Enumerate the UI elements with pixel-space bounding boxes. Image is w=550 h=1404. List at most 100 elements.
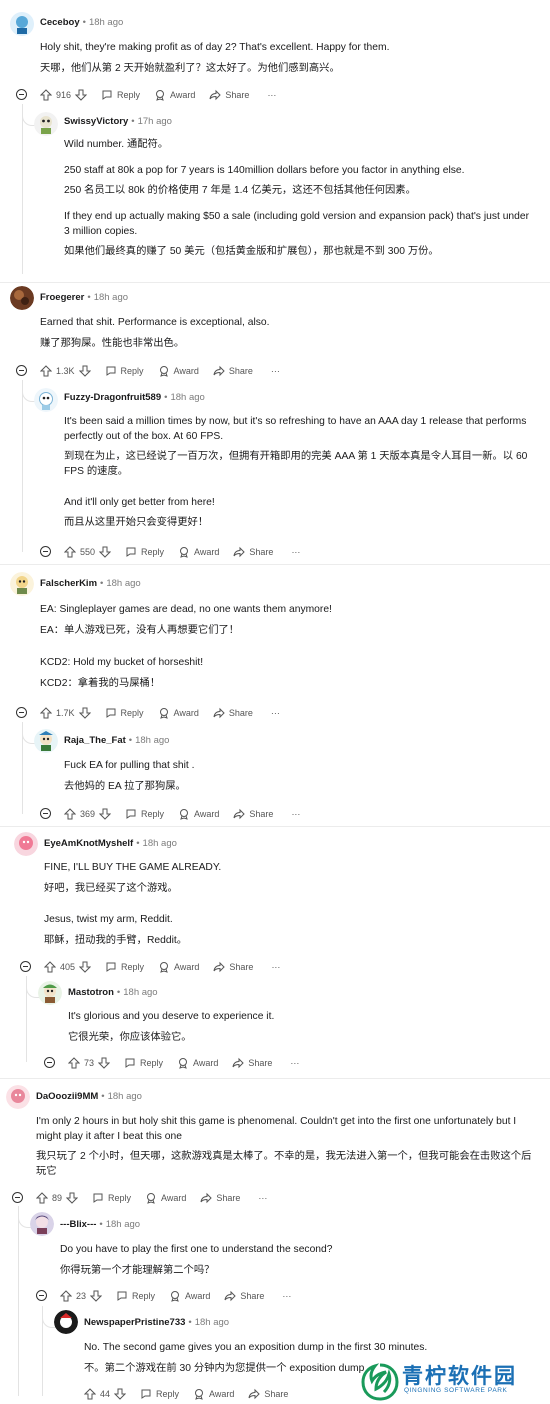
upvote-icon[interactable] bbox=[44, 961, 56, 973]
more-options-button[interactable]: ··· bbox=[271, 366, 280, 376]
username[interactable]: DaOoozii9MM bbox=[36, 1091, 98, 1102]
avatar[interactable] bbox=[30, 1212, 54, 1236]
upvote-icon[interactable] bbox=[60, 1290, 72, 1302]
share-button[interactable]: Share bbox=[213, 961, 253, 973]
avatar[interactable] bbox=[54, 1310, 78, 1334]
reply-button[interactable]: Reply bbox=[140, 1388, 179, 1400]
reply-button[interactable]: Reply bbox=[125, 808, 164, 820]
upvote-icon[interactable] bbox=[36, 1192, 48, 1204]
award-button[interactable]: Award bbox=[154, 89, 195, 101]
comment-line: 耶稣，扭动我的手臂，Reddit。 bbox=[44, 935, 188, 946]
award-button[interactable]: Award bbox=[158, 707, 199, 719]
downvote-icon[interactable] bbox=[114, 1388, 127, 1400]
more-options-button[interactable]: ··· bbox=[290, 1058, 299, 1068]
username[interactable]: SwissyVictory bbox=[64, 116, 128, 127]
reply-button[interactable]: Reply bbox=[116, 1290, 155, 1302]
share-button[interactable]: Share bbox=[233, 546, 273, 558]
comment-line: FINE, I'LL BUY THE GAME ALREADY. bbox=[44, 862, 222, 873]
meta-dot: • bbox=[131, 116, 135, 127]
reply-button[interactable]: Reply bbox=[92, 1192, 131, 1204]
reply-button[interactable]: Reply bbox=[105, 365, 144, 377]
collapse-button[interactable] bbox=[44, 1057, 55, 1068]
more-options-button[interactable]: ··· bbox=[258, 1193, 267, 1203]
reply-button[interactable]: Reply bbox=[105, 961, 144, 973]
award-button[interactable]: Award bbox=[169, 1290, 210, 1302]
award-label: Award bbox=[194, 809, 220, 819]
collapse-button[interactable] bbox=[16, 707, 27, 718]
username[interactable]: FalscherKim bbox=[40, 578, 97, 589]
upvote-icon[interactable] bbox=[68, 1057, 80, 1069]
username[interactable]: Raja_The_Fat bbox=[64, 735, 126, 746]
username[interactable]: Ceceboy bbox=[40, 17, 80, 28]
award-button[interactable]: Award bbox=[193, 1388, 234, 1400]
downvote-icon[interactable] bbox=[66, 1192, 79, 1204]
more-options-button[interactable]: ··· bbox=[282, 1291, 291, 1301]
upvote-icon[interactable] bbox=[84, 1388, 96, 1400]
award-button[interactable]: Award bbox=[178, 546, 219, 558]
share-button[interactable]: Share bbox=[248, 1388, 288, 1400]
downvote-icon[interactable] bbox=[78, 365, 91, 377]
comment-line: Jesus, twist my arm, Reddit. bbox=[44, 914, 173, 925]
share-button[interactable]: Share bbox=[209, 89, 249, 101]
reply-button[interactable]: Reply bbox=[125, 546, 164, 558]
avatar[interactable] bbox=[10, 286, 34, 310]
award-button[interactable]: Award bbox=[178, 808, 219, 820]
share-icon bbox=[213, 961, 226, 973]
downvote-icon[interactable] bbox=[78, 707, 91, 719]
upvote-icon[interactable] bbox=[64, 808, 76, 820]
reply-button[interactable]: Reply bbox=[105, 707, 144, 719]
award-button[interactable]: Award bbox=[158, 365, 199, 377]
share-button[interactable]: Share bbox=[213, 707, 253, 719]
avatar[interactable] bbox=[10, 12, 34, 36]
username[interactable]: Fuzzy-Dragonfruit589 bbox=[64, 392, 161, 403]
share-button[interactable]: Share bbox=[232, 1057, 272, 1069]
username[interactable]: NewspaperPristine733 bbox=[84, 1317, 185, 1328]
avatar[interactable] bbox=[34, 388, 58, 412]
username[interactable]: EyeAmKnotMyshelf bbox=[44, 838, 133, 849]
downvote-icon[interactable] bbox=[99, 808, 112, 820]
vote-group: 550 bbox=[64, 546, 112, 558]
award-button[interactable]: Award bbox=[177, 1057, 218, 1069]
comment-line: 它很光荣，你应该体验它。 bbox=[68, 1032, 192, 1043]
collapse-button[interactable] bbox=[40, 546, 51, 557]
avatar[interactable] bbox=[38, 981, 62, 1005]
reply-label: Reply bbox=[140, 1058, 164, 1068]
downvote-icon[interactable] bbox=[99, 546, 112, 558]
share-button[interactable]: Share bbox=[224, 1290, 264, 1302]
avatar[interactable] bbox=[6, 1085, 30, 1109]
share-button[interactable]: Share bbox=[213, 365, 253, 377]
collapse-button[interactable] bbox=[16, 365, 27, 376]
avatar[interactable] bbox=[34, 729, 58, 753]
downvote-icon[interactable] bbox=[75, 89, 88, 101]
collapse-button[interactable] bbox=[12, 1192, 23, 1203]
share-button[interactable]: Share bbox=[200, 1192, 240, 1204]
downvote-icon[interactable] bbox=[90, 1290, 103, 1302]
share-button[interactable]: Share bbox=[233, 808, 273, 820]
avatar[interactable] bbox=[34, 112, 58, 136]
downvote-icon[interactable] bbox=[79, 961, 92, 973]
collapse-button[interactable] bbox=[36, 1290, 47, 1301]
avatar[interactable] bbox=[10, 572, 34, 596]
award-button[interactable]: Award bbox=[158, 961, 199, 973]
downvote-icon[interactable] bbox=[98, 1057, 111, 1069]
collapse-button[interactable] bbox=[16, 89, 27, 100]
upvote-icon[interactable] bbox=[40, 365, 52, 377]
upvote-icon[interactable] bbox=[64, 546, 76, 558]
upvote-icon[interactable] bbox=[40, 89, 52, 101]
award-button[interactable]: Award bbox=[145, 1192, 186, 1204]
collapse-button[interactable] bbox=[20, 961, 31, 972]
username[interactable]: Froegerer bbox=[40, 292, 84, 303]
more-options-button[interactable]: ··· bbox=[271, 962, 280, 972]
more-options-button[interactable]: ··· bbox=[267, 90, 276, 100]
more-options-button[interactable]: ··· bbox=[291, 809, 300, 819]
upvote-icon[interactable] bbox=[40, 707, 52, 719]
avatar[interactable] bbox=[14, 832, 38, 856]
username[interactable]: ---Blix--- bbox=[60, 1219, 96, 1230]
reply-button[interactable]: Reply bbox=[101, 89, 140, 101]
collapse-button[interactable] bbox=[40, 808, 51, 819]
username[interactable]: Mastotron bbox=[68, 987, 114, 998]
more-options-button[interactable]: ··· bbox=[291, 547, 300, 557]
more-options-button[interactable]: ··· bbox=[271, 708, 280, 718]
timestamp: 18h ago bbox=[93, 292, 129, 303]
reply-button[interactable]: Reply bbox=[124, 1057, 163, 1069]
